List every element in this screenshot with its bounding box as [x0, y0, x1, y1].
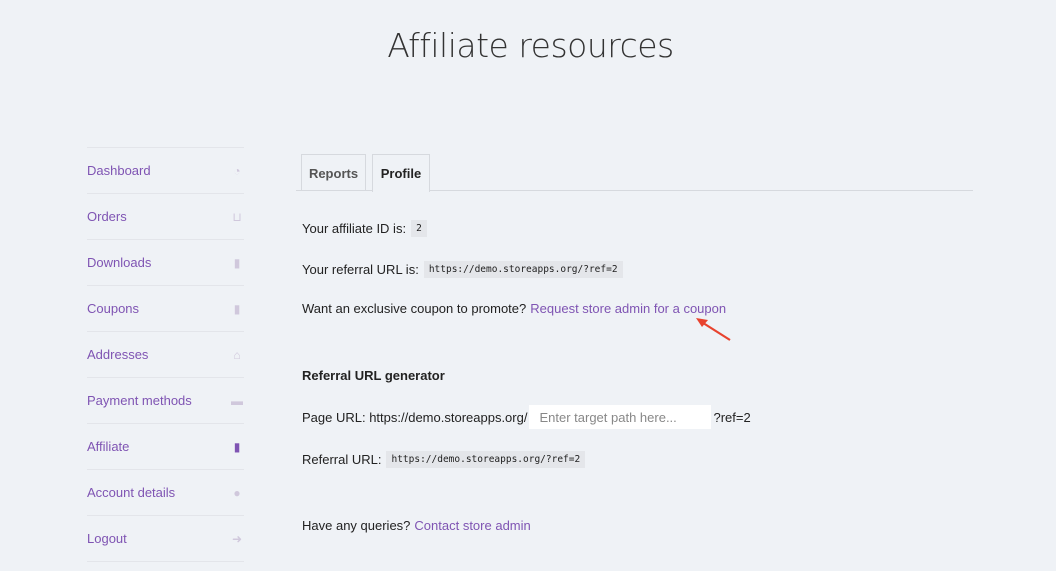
home-icon: ⌂	[233, 347, 241, 362]
file-icon: ▮	[233, 301, 241, 316]
credit-card-icon: ▬	[231, 393, 243, 408]
page-url-label: Page URL: https://demo.storeapps.org/	[302, 409, 528, 425]
dashboard-icon: ◔	[233, 163, 241, 178]
page-title: Affiliate resources	[387, 26, 674, 65]
contact-admin-link[interactable]: Contact store admin	[414, 518, 530, 533]
tab-reports[interactable]: Reports	[301, 154, 366, 191]
nav-item-label: Addresses	[87, 347, 149, 362]
nav-item-orders[interactable]: Orders ⊔	[87, 194, 244, 240]
nav-item-label: Logout	[87, 531, 127, 546]
tabs: Reports Profile	[296, 154, 973, 192]
user-icon: ●	[233, 485, 241, 500]
nav-item-label: Downloads	[87, 255, 152, 270]
generated-url-label: Referral URL:	[302, 452, 382, 467]
basket-icon: ⊔	[232, 209, 242, 224]
nav-item-addresses[interactable]: Addresses ⌂	[87, 332, 244, 378]
nav-item-account-details[interactable]: Account details ●	[87, 470, 244, 516]
referral-url-value: https://demo.storeapps.org/?ref=2	[423, 261, 623, 278]
page-url-row: Page URL: https://demo.storeapps.org/ ?re…	[302, 405, 751, 429]
nav-item-label: Orders	[87, 209, 127, 224]
request-coupon-link[interactable]: Request store admin for a coupon	[530, 301, 726, 316]
nav-item-logout[interactable]: Logout ➜	[87, 516, 244, 562]
coupon-text: Want an exclusive coupon to promote?	[302, 301, 527, 316]
account-navigation: Dashboard ◔ Orders ⊔ Downloads ▮ Coupons ▮ Addre…	[87, 147, 244, 562]
affiliate-id-value: 2	[411, 220, 427, 237]
referral-url-row: Your referral URL is: https://demo.storea…	[302, 261, 623, 278]
file-download-icon: ▮	[233, 255, 241, 270]
affiliate-id-label: Your affiliate ID is:	[302, 221, 407, 236]
nav-item-label: Payment methods	[87, 393, 192, 408]
nav-item-payment-methods[interactable]: Payment methods ▬	[87, 378, 244, 424]
nav-item-label: Affiliate	[87, 439, 130, 454]
queries-row: Have any queries? Contact store admin	[302, 518, 531, 533]
generated-url-value: https://demo.storeapps.org/?ref=2	[386, 451, 586, 468]
target-path-input[interactable]	[529, 405, 712, 429]
nav-item-label: Coupons	[87, 301, 140, 316]
tab-profile[interactable]: Profile	[372, 154, 430, 192]
coupon-row: Want an exclusive coupon to promote? Requ…	[302, 301, 726, 316]
arrow-annotation-icon	[696, 318, 731, 341]
queries-text: Have any queries?	[302, 518, 411, 533]
nav-item-coupons[interactable]: Coupons ▮	[87, 286, 244, 332]
nav-item-label: Dashboard	[87, 163, 151, 178]
nav-item-affiliate[interactable]: Affiliate ▮	[87, 424, 244, 470]
generated-url-row: Referral URL: https://demo.storeapps.org/…	[302, 451, 586, 468]
sign-out-icon: ➜	[231, 531, 243, 546]
nav-item-downloads[interactable]: Downloads ▮	[87, 240, 244, 286]
file-text-icon: ▮	[233, 439, 241, 454]
nav-item-label: Account details	[87, 485, 176, 500]
generator-title: Referral URL generator	[302, 368, 445, 383]
nav-item-dashboard[interactable]: Dashboard ◔	[87, 148, 244, 194]
referral-url-label: Your referral URL is:	[302, 262, 419, 277]
page-url-suffix: ?ref=2	[713, 409, 751, 425]
affiliate-id-row: Your affiliate ID is: 2	[302, 220, 427, 237]
